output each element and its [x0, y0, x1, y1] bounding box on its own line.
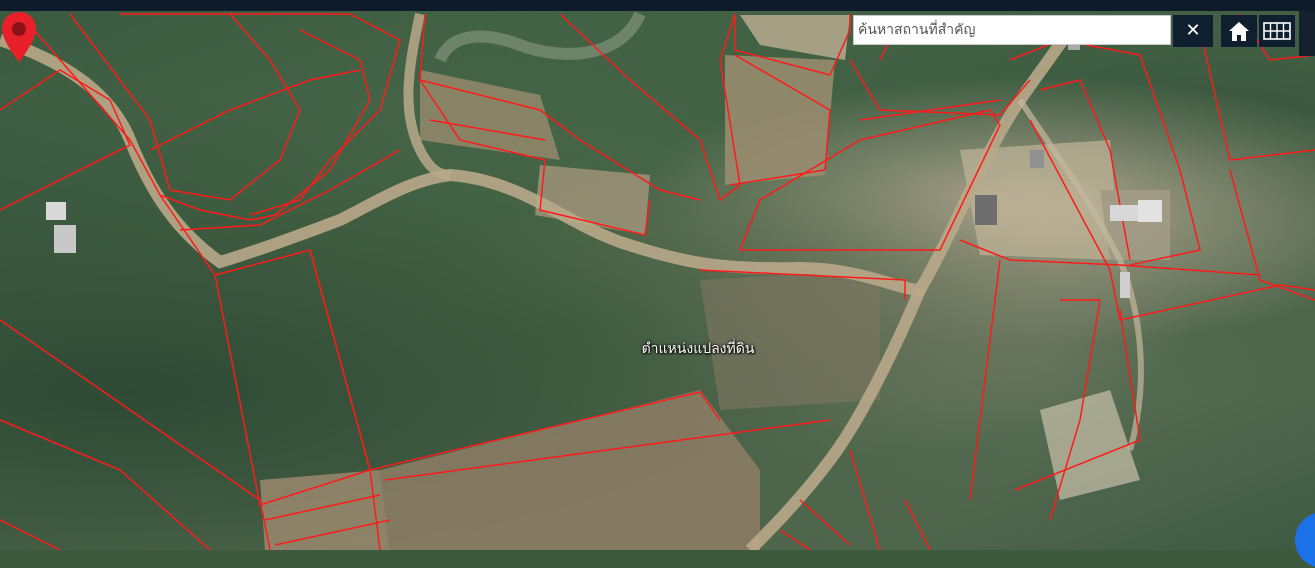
map-pin-icon[interactable] — [0, 11, 38, 63]
parcel-location-label: ตำแหน่งแปลงที่ดิน — [641, 341, 755, 357]
landmark-search-input[interactable] — [853, 15, 1171, 45]
satellite-map[interactable]: ตำแหน่งแปลงที่ดิน — [0, 11, 1315, 550]
home-button[interactable] — [1221, 15, 1257, 47]
terrain-patches — [260, 15, 1170, 550]
grid-view-button[interactable] — [1259, 15, 1295, 47]
top-bar — [0, 0, 1315, 11]
home-icon — [1229, 22, 1249, 41]
map-imagery-layer — [0, 11, 1315, 550]
close-icon: ✕ — [1185, 20, 1201, 41]
grid-icon — [1263, 22, 1291, 40]
panel-edge — [1299, 11, 1315, 56]
close-button[interactable]: ✕ — [1173, 15, 1213, 47]
